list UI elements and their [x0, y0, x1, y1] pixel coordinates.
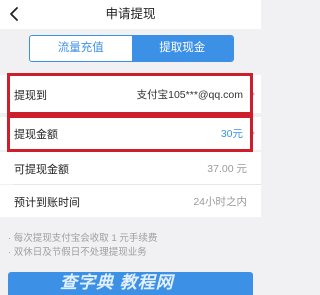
- page-title: 申请提现: [105, 7, 156, 21]
- note-holidays: · 双休日及节假日不处理提现业务: [8, 247, 147, 258]
- tab-data-recharge[interactable]: 流量充值: [30, 36, 132, 61]
- available-label: 可提现金额: [14, 164, 69, 176]
- available-value: 37.00 元: [207, 163, 247, 175]
- segment-control: 流量充值 提取现金: [29, 35, 234, 62]
- top-bar: 申请提现: [0, 0, 261, 29]
- note-fee: · 每次提现支付宝会收取 1 元手续费: [8, 233, 158, 244]
- watermark: 查字典 教程网: [60, 273, 174, 292]
- highlight-box-amount: [7, 115, 253, 152]
- notes: · 每次提现支付宝会收取 1 元手续费 · 双休日及节假日不处理提现业务: [8, 232, 254, 260]
- eta-row: 预计到账时间 24小时之内: [0, 185, 261, 217]
- eta-value: 24小时之内: [193, 196, 247, 208]
- tab-withdraw-cash[interactable]: 提取现金: [131, 36, 233, 61]
- highlight-box-withdraw-to: [7, 73, 253, 115]
- available-row: 可提现金额 37.00 元: [0, 152, 261, 184]
- eta-label: 预计到账时间: [14, 197, 80, 209]
